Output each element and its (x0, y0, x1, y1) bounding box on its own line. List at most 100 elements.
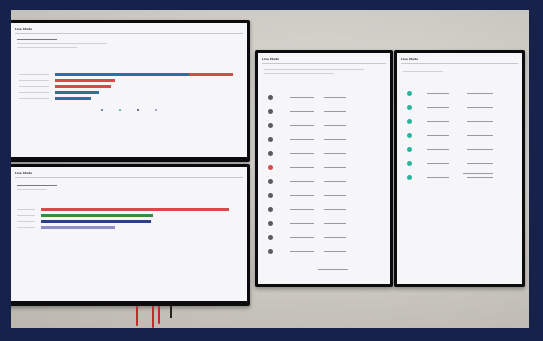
status-dot (407, 105, 412, 110)
table-cell (324, 125, 346, 126)
table-cell (290, 251, 314, 252)
chart-bar (55, 91, 99, 94)
chart-bar (55, 85, 111, 88)
chart-bar (41, 214, 153, 217)
status-dot (407, 147, 412, 152)
table-cell (427, 93, 449, 94)
header-divider (401, 63, 518, 64)
table-cell (467, 135, 493, 136)
avatar (268, 207, 273, 212)
avatar (268, 221, 273, 226)
chart-label (19, 80, 49, 81)
chart-label (19, 92, 49, 93)
chart-bar (41, 208, 229, 211)
table-cell (467, 177, 493, 178)
avatar (268, 137, 273, 142)
table-cell (290, 209, 314, 210)
table-cell (290, 167, 314, 168)
legend-dot (101, 109, 103, 111)
status-dot (407, 133, 412, 138)
chart-label (17, 215, 35, 216)
text-line (17, 43, 107, 44)
black-cable (170, 306, 172, 318)
text-line (17, 185, 57, 186)
table-cell (290, 195, 314, 196)
monitor-top-left: Live Mode (8, 20, 250, 162)
table-cell (290, 223, 314, 224)
status-dot (407, 119, 412, 124)
table-cell (290, 139, 314, 140)
table-cell (427, 135, 449, 136)
table-cell (324, 237, 346, 238)
table-cell (324, 153, 346, 154)
screen-title: Live Mode (15, 27, 33, 31)
frame-border-bottom (0, 328, 543, 341)
screen-title: Live Mode (401, 57, 419, 61)
text-line (17, 47, 77, 48)
chart-bar (41, 220, 151, 223)
wall-photo: Live Mode Live Mode Live Mode Live Mode (0, 0, 543, 341)
table-cell (290, 181, 314, 182)
table-cell (427, 163, 449, 164)
table-cell (290, 237, 314, 238)
table-cell (324, 97, 346, 98)
table-cell (290, 97, 314, 98)
avatar (268, 235, 273, 240)
table-cell (324, 251, 346, 252)
red-cable (152, 306, 154, 328)
screen-title: Live Mode (15, 171, 33, 175)
table-cell (427, 177, 449, 178)
text-line (17, 189, 47, 190)
chart-bar (55, 79, 115, 82)
table-cell (467, 121, 493, 122)
table-cell (290, 125, 314, 126)
header-divider (15, 33, 243, 34)
table-cell (290, 111, 314, 112)
monitor-bottom-left: Live Mode (8, 164, 250, 306)
status-dot (407, 91, 412, 96)
chart-label (17, 209, 35, 210)
table-cell (427, 149, 449, 150)
text-line (264, 69, 364, 70)
pagination (318, 269, 348, 270)
avatar (268, 179, 273, 184)
legend-dot (137, 109, 139, 111)
table-cell (467, 93, 493, 94)
pagination (463, 171, 464, 172)
header-divider (262, 63, 386, 64)
screen-portrait-left: Live Mode (258, 53, 390, 284)
frame-border-right (529, 0, 543, 341)
avatar (268, 109, 273, 114)
red-cable (136, 306, 138, 326)
avatar (268, 165, 273, 170)
chart-bar (189, 73, 233, 76)
avatar (268, 249, 273, 254)
table-cell (427, 121, 449, 122)
chart-label (19, 86, 49, 87)
avatar (268, 151, 273, 156)
frame-border-left (0, 0, 11, 341)
status-dot (407, 161, 412, 166)
chart-bar (55, 73, 189, 76)
table-cell (467, 163, 493, 164)
screen-title: Live Mode (262, 57, 280, 61)
screen-bottom-left: Live Mode (11, 167, 247, 301)
table-cell (324, 195, 346, 196)
table-cell (467, 107, 493, 108)
red-cable (158, 306, 160, 324)
chart-bar (41, 226, 115, 229)
table-cell (324, 181, 346, 182)
table-cell (324, 111, 346, 112)
chart-bar (55, 97, 91, 100)
table-cell (324, 139, 346, 140)
table-cell (427, 107, 449, 108)
legend-dot (155, 109, 157, 111)
legend-dot (119, 109, 121, 111)
table-cell (467, 149, 493, 150)
chart-label (17, 227, 35, 228)
avatar (268, 95, 273, 100)
monitor-portrait-left: Live Mode (255, 50, 393, 287)
text-line (264, 73, 334, 74)
table-cell (290, 153, 314, 154)
avatar (268, 193, 273, 198)
